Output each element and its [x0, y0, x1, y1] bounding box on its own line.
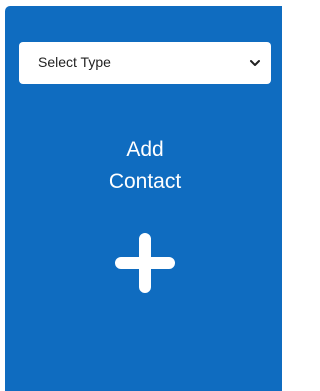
chevron-down-icon [250, 60, 260, 66]
type-select[interactable]: Select Type [19, 42, 271, 84]
plus-icon [115, 233, 175, 293]
type-select-value: Select Type [38, 54, 111, 70]
add-contact-label-line2: Contact [108, 170, 182, 193]
add-contact-card: Select Type Add Contact [5, 6, 282, 391]
add-contact-label: Add Contact [95, 134, 195, 198]
add-contact-label-line1: Add [126, 138, 164, 161]
add-contact-button[interactable]: Add Contact [95, 124, 195, 304]
